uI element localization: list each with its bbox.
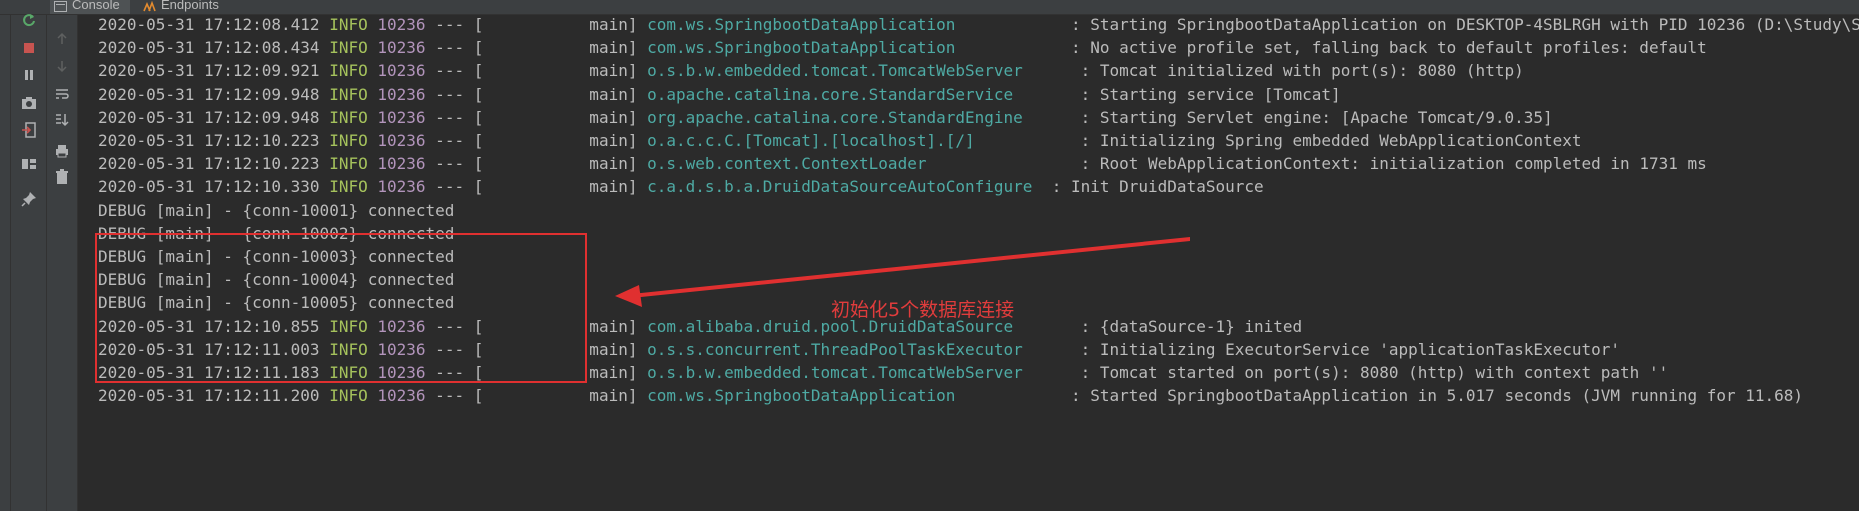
tab-console-label: Console <box>72 0 120 12</box>
pause-icon[interactable] <box>11 64 46 86</box>
console-toolbar <box>47 15 78 511</box>
tab-endpoints[interactable]: Endpoints <box>139 0 219 14</box>
soft-wrap-icon[interactable] <box>47 83 77 105</box>
up-arrow-icon[interactable] <box>47 28 77 50</box>
print-icon[interactable] <box>47 140 77 162</box>
annotation-text: 初始化5个数据库连接 <box>831 299 1015 321</box>
left-gutter <box>0 15 11 511</box>
stop-icon[interactable] <box>11 37 46 59</box>
endpoints-icon <box>143 0 156 12</box>
clear-icon[interactable] <box>47 166 77 188</box>
exit-icon[interactable] <box>11 119 46 141</box>
pin-icon[interactable] <box>11 188 46 210</box>
scroll-to-end-icon[interactable] <box>47 109 77 131</box>
tab-endpoints-label: Endpoints <box>161 0 219 12</box>
screenshot-icon[interactable] <box>11 92 46 114</box>
console-output[interactable]: 2020-05-31 17:12:08.412 INFO 10236 --- [… <box>78 15 1859 511</box>
annotation-arrow <box>615 237 1190 307</box>
tab-console[interactable]: Console <box>50 0 130 14</box>
console-icon <box>54 0 67 12</box>
tool-window-tabbar: Console Endpoints <box>0 0 1859 15</box>
run-toolbar <box>11 14 47 511</box>
down-arrow-icon[interactable] <box>47 55 77 77</box>
rerun-icon[interactable] <box>11 9 46 31</box>
layout-icon[interactable] <box>11 153 46 175</box>
